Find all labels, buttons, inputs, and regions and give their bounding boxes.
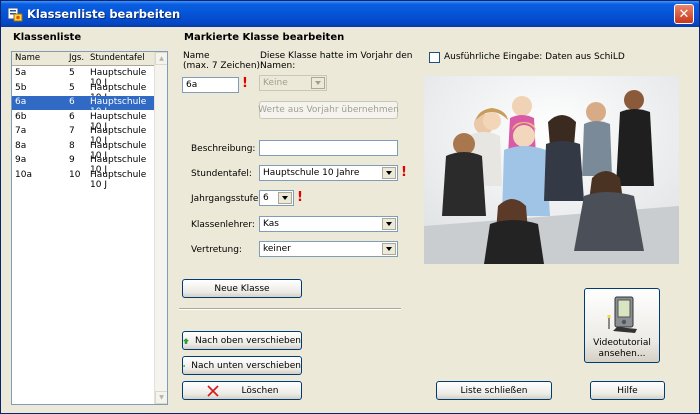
name-input[interactable]: 6a bbox=[182, 77, 239, 93]
klassenlehrer-label: Klassenlehrer: bbox=[191, 220, 255, 230]
vorjahr-uebernehmen-button: Werte aus Vorjahr übernehmen bbox=[258, 101, 399, 119]
vorjahr-select: Keine bbox=[259, 75, 327, 91]
table-cell-name: 10a bbox=[15, 169, 32, 180]
hilfe-button[interactable]: Hilfe bbox=[590, 381, 665, 400]
chevron-down-icon[interactable] bbox=[382, 167, 396, 179]
table-row[interactable]: 6a 6 Hauptschule 10 J bbox=[12, 96, 155, 117]
vertretung-value: keiner bbox=[263, 244, 291, 254]
table-cell-jgs: 9 bbox=[69, 155, 75, 165]
loeschen-button[interactable]: Löschen bbox=[182, 381, 302, 400]
column-header-stundentafel[interactable]: Stundentafel bbox=[90, 53, 145, 63]
form-heading: Markierte Klasse bearbeiten bbox=[184, 32, 345, 43]
window-title: Klassenliste bearbeiten bbox=[27, 7, 181, 21]
close-button[interactable]: ✕ bbox=[674, 4, 694, 24]
class-list-heading: Klassenliste bbox=[13, 32, 82, 43]
beschreibung-input[interactable] bbox=[259, 140, 398, 156]
class-list-header: Name Jgs. Stundentafel bbox=[12, 52, 155, 66]
beschreibung-label: Beschreibung: bbox=[191, 144, 256, 154]
arrow-up-icon bbox=[183, 337, 190, 344]
vorjahr-value: Keine bbox=[263, 78, 288, 88]
scroll-down-icon[interactable]: ▼ bbox=[155, 391, 167, 404]
window: Klassenliste bearbeiten ✕ Klassenliste N… bbox=[0, 0, 700, 414]
videotutorial-label-2: ansehen... bbox=[598, 349, 646, 359]
table-cell-tafel: Hauptschule 10 J bbox=[90, 169, 147, 190]
name-label: Name bbox=[183, 51, 210, 61]
name-label-hint: (max. 7 Zeichen): bbox=[183, 61, 264, 71]
arrow-down-icon bbox=[183, 364, 186, 367]
table-cell-jgs: 10 bbox=[69, 169, 81, 180]
close-icon: ✕ bbox=[678, 6, 690, 22]
table-row[interactable]: 10a 10 Hauptschule 10 J bbox=[12, 169, 155, 190]
vertretung-label: Vertretung: bbox=[191, 245, 242, 255]
chevron-down-icon bbox=[311, 77, 325, 89]
table-cell-jgs: 8 bbox=[69, 140, 75, 151]
jahrgang-label: Jahrgangsstufe: bbox=[191, 194, 262, 204]
column-header-name[interactable]: Name bbox=[15, 53, 40, 63]
detail-checkbox-label[interactable]: Ausführliche Eingabe: Daten aus SchiLD bbox=[444, 52, 625, 62]
vorjahr-label-2: Namen: bbox=[260, 61, 296, 71]
table-row[interactable]: 9a 9 Hauptschule 10 J bbox=[12, 154, 155, 175]
klassenlehrer-select[interactable]: Kas bbox=[259, 216, 398, 232]
students-photo bbox=[424, 76, 679, 264]
table-cell-name: 6b bbox=[15, 111, 27, 122]
delete-x-icon bbox=[206, 384, 219, 397]
table-cell-jgs: 7 bbox=[69, 126, 75, 136]
klassenlehrer-value: Kas bbox=[263, 219, 279, 229]
table-cell-name: 9a bbox=[15, 155, 27, 165]
table-cell-name: 8a bbox=[15, 140, 27, 151]
liste-schliessen-button[interactable]: Liste schließen bbox=[436, 381, 552, 400]
table-cell-name: 5b bbox=[15, 82, 27, 93]
table-cell-name: 5a bbox=[15, 68, 27, 78]
vorjahr-label: Diese Klasse hatte im Vorjahr den bbox=[260, 51, 413, 61]
table-cell-jgs: 6 bbox=[69, 111, 75, 122]
loeschen-label: Löschen bbox=[241, 385, 279, 396]
jahrgang-select[interactable]: 6 bbox=[259, 190, 294, 206]
videotutorial-label-1: Videotutorial bbox=[593, 338, 651, 348]
required-marker-stundentafel: ! bbox=[401, 165, 407, 180]
chevron-down-icon[interactable] bbox=[278, 192, 292, 204]
pda-device-icon bbox=[607, 296, 637, 333]
title-bar[interactable]: Klassenliste bearbeiten ✕ bbox=[1, 1, 699, 27]
table-cell-name: 7a bbox=[15, 126, 27, 136]
table-row[interactable]: 5b5Hauptschule 10 J bbox=[12, 82, 155, 103]
divider bbox=[179, 308, 401, 310]
table-row[interactable]: 7a 7 Hauptschule 10 J bbox=[12, 125, 155, 146]
table-row[interactable]: 8a 8 Hauptschule 10 J bbox=[12, 140, 155, 161]
nach-oben-label: Nach oben verschieben bbox=[195, 335, 301, 346]
students-photo-graphic bbox=[424, 76, 679, 264]
vertretung-select[interactable]: keiner bbox=[259, 241, 398, 257]
chevron-down-icon[interactable] bbox=[382, 218, 396, 230]
table-cell-jgs: 5 bbox=[69, 82, 75, 93]
table-cell-name: 6a bbox=[15, 97, 27, 107]
detail-checkbox[interactable] bbox=[429, 52, 440, 63]
table-cell-jgs: 6 bbox=[69, 97, 75, 107]
class-list-scrollbar[interactable]: ▲ ▼ bbox=[154, 52, 167, 404]
column-header-jgs[interactable]: Jgs. bbox=[69, 53, 84, 63]
app-icon bbox=[7, 7, 23, 22]
neue-klasse-button[interactable]: Neue Klasse bbox=[182, 279, 302, 298]
required-marker-jahrgang: ! bbox=[297, 190, 303, 205]
stundentafel-value: Hauptschule 10 Jahre bbox=[263, 168, 360, 178]
table-row[interactable]: 5a 5 Hauptschule 10 J bbox=[12, 67, 155, 88]
table-cell-jgs: 5 bbox=[69, 68, 75, 78]
class-list[interactable]: Name Jgs. Stundentafel 5a 5 Hauptschule 10… bbox=[11, 51, 168, 405]
chevron-down-icon[interactable] bbox=[382, 243, 396, 255]
scroll-up-icon[interactable]: ▲ bbox=[155, 52, 167, 65]
stundentafel-select[interactable]: Hauptschule 10 Jahre bbox=[259, 165, 398, 181]
jahrgang-value: 6 bbox=[263, 193, 269, 203]
nach-oben-button[interactable]: Nach oben verschieben bbox=[182, 331, 302, 350]
required-marker-name: ! bbox=[242, 76, 248, 91]
table-row[interactable]: 6b 6 Hauptschule 10 J bbox=[12, 111, 155, 132]
nach-unten-label: Nach unten verschieben bbox=[191, 360, 301, 371]
stundentafel-label: Stundentafel: bbox=[191, 169, 252, 179]
nach-unten-button[interactable]: Nach unten verschieben bbox=[182, 356, 302, 375]
videotutorial-button[interactable]: Videotutorial ansehen... bbox=[584, 288, 660, 363]
